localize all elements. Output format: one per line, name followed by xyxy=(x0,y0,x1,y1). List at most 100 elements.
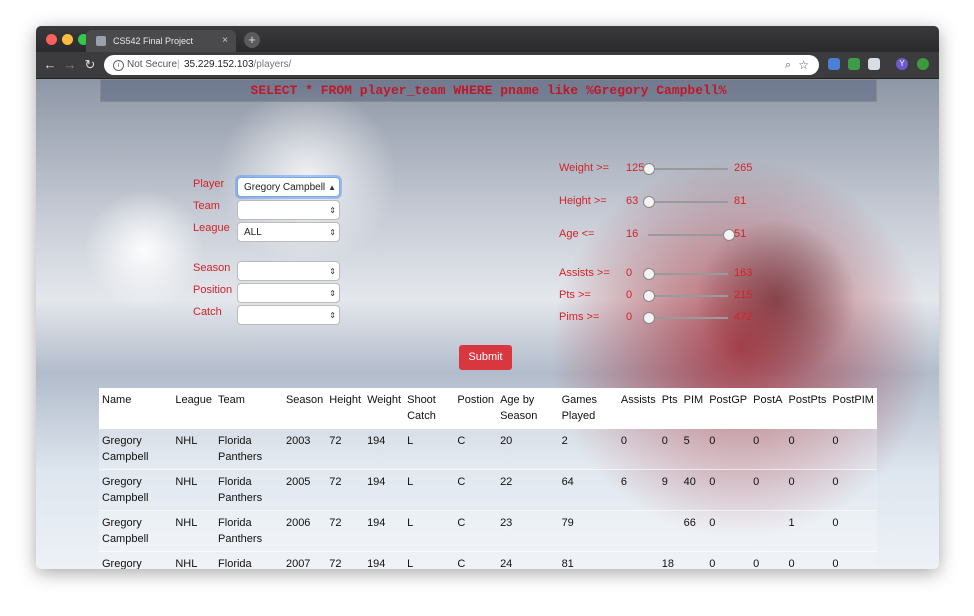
table-cell: 66 xyxy=(680,510,707,552)
table-cell xyxy=(680,551,707,569)
range-track[interactable] xyxy=(648,273,728,275)
table-cell: 72 xyxy=(326,551,365,569)
extension-icon-3[interactable] xyxy=(868,58,880,70)
select-arrows-icon: ⇕ xyxy=(329,267,336,276)
range-min-value: 16 xyxy=(626,228,639,240)
url-separator: | xyxy=(177,59,180,70)
back-arrow-icon[interactable]: ← xyxy=(41,56,59,74)
table-cell xyxy=(617,551,659,569)
sql-query-display: SELECT * FROM player_team WHERE pname li… xyxy=(100,79,877,102)
new-tab-button[interactable]: + xyxy=(244,32,260,48)
table-cell: 0 xyxy=(785,469,830,511)
extension-icon-2[interactable] xyxy=(848,58,860,70)
table-cell: 2005 xyxy=(282,469,327,511)
table-cell: 0 xyxy=(829,469,877,511)
column-header: Age by Season xyxy=(497,388,559,429)
table-cell: 194 xyxy=(364,551,405,569)
table-row: Gregory Campbell NHL Florida Panthers 2006 7… xyxy=(99,510,877,552)
profile-avatar[interactable]: Y xyxy=(896,58,908,70)
range-track[interactable] xyxy=(648,168,728,170)
table-cell: L xyxy=(404,510,455,552)
table-cell: C xyxy=(454,551,498,569)
league-select[interactable]: ALL ⇕ xyxy=(237,222,340,242)
range-slider-thumb[interactable] xyxy=(643,163,655,175)
select-arrows-icon: ⇕ xyxy=(329,228,336,237)
catch-select[interactable]: ⇕ xyxy=(237,305,340,325)
column-header: Postion xyxy=(454,388,498,429)
table-cell: L xyxy=(404,428,455,470)
select-arrows-icon: ⇕ xyxy=(329,206,336,215)
table-body: Gregory Campbell NHL Florida Panthers 2003 7… xyxy=(99,428,877,569)
not-secure-label: Not Secure xyxy=(127,59,178,70)
range-label: Age <= xyxy=(559,228,595,240)
range-slider-thumb[interactable] xyxy=(643,196,655,208)
player-select-value: Gregory Campbell xyxy=(244,182,326,193)
bookmark-star-icon[interactable]: ☆ xyxy=(798,55,809,75)
table-cell: Gregory Campbell xyxy=(99,469,173,511)
favicon-icon xyxy=(96,36,106,46)
table-cell: 0 xyxy=(706,469,751,511)
table-cell: 2006 xyxy=(282,510,327,552)
table-row: Gregory CampbellNHLFlorida Panthers20077… xyxy=(99,551,877,569)
range-track[interactable] xyxy=(648,317,728,319)
table-cell: NHL xyxy=(172,551,216,569)
range-label: Pts >= xyxy=(559,289,591,301)
range-slider-thumb[interactable] xyxy=(643,290,655,302)
forward-arrow-icon[interactable]: → xyxy=(61,56,79,74)
season-label: Season xyxy=(193,262,231,274)
info-icon[interactable]: i xyxy=(113,60,124,71)
submit-button[interactable]: Submit xyxy=(459,345,512,370)
column-header: Name xyxy=(99,388,173,429)
minimize-window-button[interactable] xyxy=(62,34,73,45)
player-select[interactable]: Gregory Campbell ▲ xyxy=(237,177,340,197)
table-cell xyxy=(617,510,659,552)
table-cell: 6 xyxy=(617,469,659,511)
season-select[interactable]: ⇕ xyxy=(237,261,340,281)
column-header: Shoot Catch xyxy=(404,388,455,429)
browser-tab[interactable]: CS542 Final Project × xyxy=(86,30,236,52)
range-track[interactable] xyxy=(648,295,728,297)
table-row: Gregory Campbell NHL Florida Panthers 2005 7… xyxy=(99,469,877,511)
range-min-value: 0 xyxy=(626,267,633,279)
extension-icon-4[interactable] xyxy=(917,58,929,70)
range-slider-thumb[interactable] xyxy=(643,268,655,280)
table-cell: 40 xyxy=(680,469,707,511)
address-bar[interactable]: i Not Secure | 35.229.152.103/players/ ⌕… xyxy=(104,55,819,75)
table-cell: 81 xyxy=(558,551,618,569)
table-cell: C xyxy=(454,428,498,470)
range-label: Pims >= xyxy=(559,311,600,323)
column-header: Season xyxy=(282,388,327,429)
table-cell: Gregory Campbell xyxy=(99,551,173,569)
range-track[interactable] xyxy=(648,201,728,203)
close-window-button[interactable] xyxy=(46,34,57,45)
table-cell: 2 xyxy=(558,428,618,470)
range-track[interactable] xyxy=(648,234,728,236)
table-row: Gregory Campbell NHL Florida Panthers 2003 7… xyxy=(99,428,877,470)
team-select[interactable]: ⇕ xyxy=(237,200,340,220)
table-cell: 72 xyxy=(326,469,365,511)
position-select[interactable]: ⇕ xyxy=(237,283,340,303)
column-header: PIM xyxy=(680,388,707,429)
table-cell: Florida Panthers xyxy=(215,469,283,511)
table-cell: 0 xyxy=(750,469,786,511)
team-label: Team xyxy=(193,200,220,212)
range-slider-thumb[interactable] xyxy=(643,312,655,324)
table-cell: 72 xyxy=(326,510,365,552)
table-cell: 2003 xyxy=(282,428,327,470)
column-header: PostPIM xyxy=(829,388,877,429)
select-arrows-icon: ⇕ xyxy=(329,289,336,298)
extension-icon-1[interactable] xyxy=(828,58,840,70)
title-bar: CS542 Final Project × + xyxy=(36,26,939,52)
table-cell: C xyxy=(454,510,498,552)
table-cell: L xyxy=(404,469,455,511)
range-max-value: 472 xyxy=(734,311,753,323)
table-cell: Florida Panthers xyxy=(215,551,283,569)
tab-close-icon[interactable]: × xyxy=(222,30,228,52)
table-cell: Gregory Campbell xyxy=(99,428,173,470)
range-min-value: 63 xyxy=(626,195,639,207)
column-header: Assists xyxy=(617,388,659,429)
zoom-icon[interactable]: ⌕ xyxy=(785,55,791,75)
table-cell: NHL xyxy=(172,428,216,470)
reload-icon[interactable]: ↻ xyxy=(81,56,99,74)
table-cell: 0 xyxy=(658,428,681,470)
